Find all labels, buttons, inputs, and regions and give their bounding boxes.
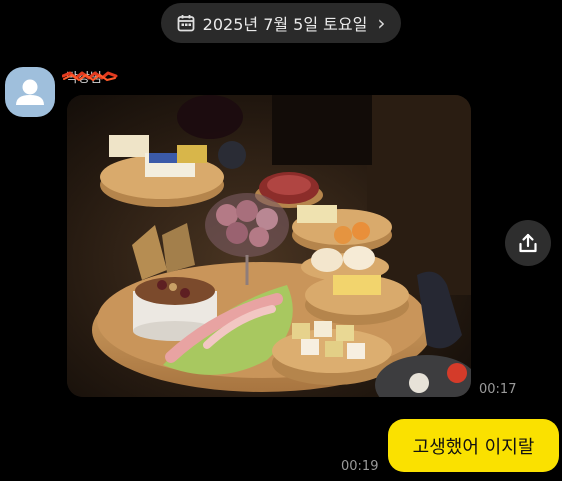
date-label: 2025년 7월 5일 토요일 (202, 15, 368, 34)
chevron-right-icon: › (377, 11, 386, 35)
share-button[interactable] (505, 220, 551, 266)
photo-message[interactable] (67, 95, 471, 397)
incoming-timestamp: 00:17 (479, 382, 517, 397)
outgoing-message-bubble[interactable]: 고생했어 이지랄 (388, 419, 559, 472)
person-icon (16, 79, 44, 105)
avatar[interactable] (5, 67, 55, 117)
date-header-pill[interactable]: 2025년 7월 5일 토요일 › (161, 3, 401, 43)
share-icon (519, 233, 537, 253)
sender-name: 박상범 (62, 67, 118, 86)
outgoing-message-text: 고생했어 이지랄 (412, 436, 535, 458)
platter-photo (67, 95, 471, 397)
redaction-scribble (62, 71, 118, 82)
calendar-icon (177, 15, 195, 32)
outgoing-timestamp: 00:19 (341, 459, 379, 474)
